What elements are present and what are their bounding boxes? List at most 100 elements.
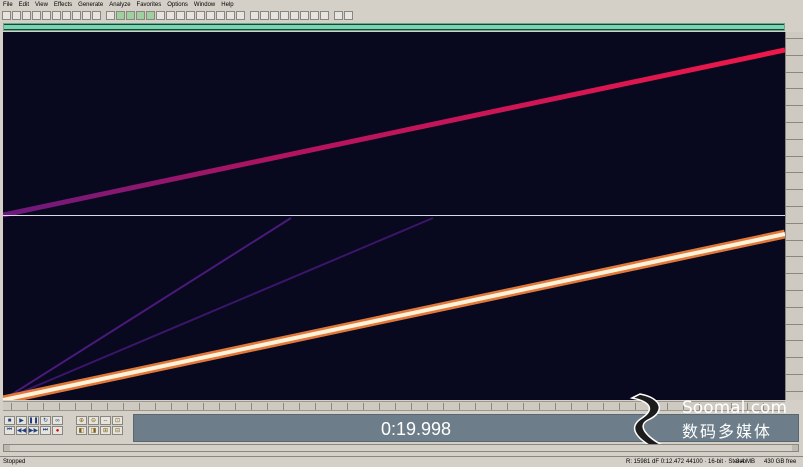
- ruler-tick: [786, 357, 803, 359]
- go-to-start-button[interactable]: ⏮: [4, 426, 15, 435]
- toolbar-button-icon[interactable]: [260, 10, 269, 20]
- zoom-right-icon[interactable]: ◨: [88, 426, 99, 435]
- scroll-thumb[interactable]: [10, 445, 792, 451]
- record-button[interactable]: ●: [52, 426, 63, 435]
- toolbar-button-icon[interactable]: [62, 10, 71, 20]
- rewind-button[interactable]: ◀◀: [16, 426, 27, 435]
- toolbar-button-icon[interactable]: [196, 10, 205, 20]
- go-to-end-button[interactable]: ⏭: [40, 426, 51, 435]
- toolbar-button-icon[interactable]: [226, 10, 235, 20]
- menu-item-window[interactable]: Window: [194, 2, 215, 8]
- channel-divider: [3, 215, 785, 216]
- ruler-tick: [786, 105, 803, 107]
- toolbar-button-icon[interactable]: [300, 10, 309, 20]
- toolbar-button-icon[interactable]: [156, 10, 165, 20]
- toolbar-button-icon[interactable]: [290, 10, 299, 20]
- timeline-tick: [235, 403, 236, 410]
- toolbar-button-icon[interactable]: [310, 10, 319, 20]
- toolbar-button-icon[interactable]: [166, 10, 175, 20]
- toolbar-button-icon[interactable]: [176, 10, 185, 20]
- play-looped-button[interactable]: ↻: [40, 416, 51, 425]
- menu-item-generate[interactable]: Generate: [78, 2, 103, 8]
- ruler-tick: [786, 256, 803, 258]
- ruler-tick: [786, 239, 803, 242]
- menu-bar: File Edit View Effects Generate Analyze Favori…: [0, 0, 803, 9]
- toolbar-button-icon[interactable]: [216, 10, 225, 20]
- zoom-in-icon[interactable]: ⊕: [76, 416, 87, 425]
- timeline-tick: [539, 403, 540, 410]
- horizontal-scrollbar[interactable]: [3, 444, 799, 452]
- toolbar-button-icon[interactable]: [270, 10, 279, 20]
- ruler-tick: [786, 374, 803, 376]
- menu-item-options[interactable]: Options: [167, 2, 188, 8]
- toolbar-button-icon[interactable]: [22, 10, 31, 20]
- timeline-tick: [155, 403, 156, 410]
- toolbar-button-icon[interactable]: [250, 10, 259, 20]
- toolbar-button-icon[interactable]: [186, 10, 195, 20]
- toolbar-button-icon[interactable]: [12, 10, 21, 20]
- menu-item-effects[interactable]: Effects: [54, 2, 72, 8]
- toolbar-button-icon[interactable]: [146, 10, 155, 20]
- toolbar-button-icon[interactable]: [236, 10, 245, 20]
- watermark-brand: Soomal.com: [682, 398, 788, 418]
- ruler-tick: [786, 54, 803, 57]
- timeline-tick: [59, 403, 60, 410]
- timeline-tick: [507, 403, 508, 410]
- zoom-vertical-in-icon[interactable]: ⊞: [100, 426, 111, 435]
- spectral-view[interactable]: [3, 32, 785, 400]
- toolbar-button-icon[interactable]: [334, 10, 343, 20]
- timeline-tick: [139, 403, 140, 410]
- toolbar-button-icon[interactable]: [206, 10, 215, 20]
- menu-item-edit[interactable]: Edit: [19, 2, 29, 8]
- ruler-tick: [786, 290, 803, 292]
- timeline-tick: [315, 403, 316, 410]
- toolbar-button-icon[interactable]: [106, 10, 115, 20]
- zoom-full-icon[interactable]: ⇔: [100, 416, 111, 425]
- zoom-out-icon[interactable]: ⊖: [88, 416, 99, 425]
- menu-item-favorites[interactable]: Favorites: [137, 2, 162, 8]
- current-time: 0:19.998: [381, 419, 452, 439]
- ruler-tick: [786, 306, 803, 309]
- menu-item-analyze[interactable]: Analyze: [109, 2, 130, 8]
- play-button[interactable]: ▶: [16, 416, 27, 425]
- timeline-tick: [347, 403, 348, 410]
- spectrogram-svg: [3, 47, 785, 400]
- toolbar-button-icon[interactable]: [92, 10, 101, 20]
- timeline-tick: [443, 403, 444, 410]
- overview-bar[interactable]: [3, 23, 785, 31]
- timeline-tick: [587, 403, 588, 410]
- loop-button[interactable]: ∞: [52, 416, 63, 425]
- toolbar-button-icon[interactable]: [344, 10, 353, 20]
- timeline-tick: [283, 403, 284, 410]
- zoom-controls: ⊕ ⊖ ⇔ ⊡ ◧ ◨ ⊞ ⊟: [76, 416, 128, 438]
- toolbar-button-icon[interactable]: [116, 10, 125, 20]
- toolbar-button-icon[interactable]: [280, 10, 289, 20]
- zoom-vertical-out-icon[interactable]: ⊟: [112, 426, 123, 435]
- zoom-selection-icon[interactable]: ⊡: [112, 416, 123, 425]
- pause-button[interactable]: ❚❚: [28, 416, 39, 425]
- timeline-tick: [379, 403, 380, 410]
- timeline-tick: [571, 403, 572, 410]
- ruler-tick: [786, 222, 803, 225]
- stop-button[interactable]: ■: [4, 416, 15, 425]
- toolbar-button-icon[interactable]: [320, 10, 329, 20]
- toolbar-button-icon[interactable]: [42, 10, 51, 20]
- toolbar-button-icon[interactable]: [2, 10, 11, 20]
- zoom-left-icon[interactable]: ◧: [76, 426, 87, 435]
- toolbar-button-icon[interactable]: [32, 10, 41, 20]
- menu-item-view[interactable]: View: [35, 2, 48, 8]
- timeline-tick: [251, 403, 252, 410]
- timeline-tick: [363, 403, 364, 410]
- timeline-tick: [475, 403, 476, 410]
- fast-forward-button[interactable]: ▶▶: [28, 426, 39, 435]
- toolbar-button-icon[interactable]: [52, 10, 61, 20]
- toolbar-button-icon[interactable]: [136, 10, 145, 20]
- toolbar-button-icon[interactable]: [82, 10, 91, 20]
- frequency-ruler: [785, 32, 803, 400]
- timeline-tick: [491, 403, 492, 410]
- ruler-tick: [786, 340, 803, 342]
- toolbar-button-icon[interactable]: [72, 10, 81, 20]
- toolbar-button-icon[interactable]: [126, 10, 135, 20]
- menu-item-help[interactable]: Help: [221, 2, 233, 8]
- menu-item-file[interactable]: File: [3, 2, 13, 8]
